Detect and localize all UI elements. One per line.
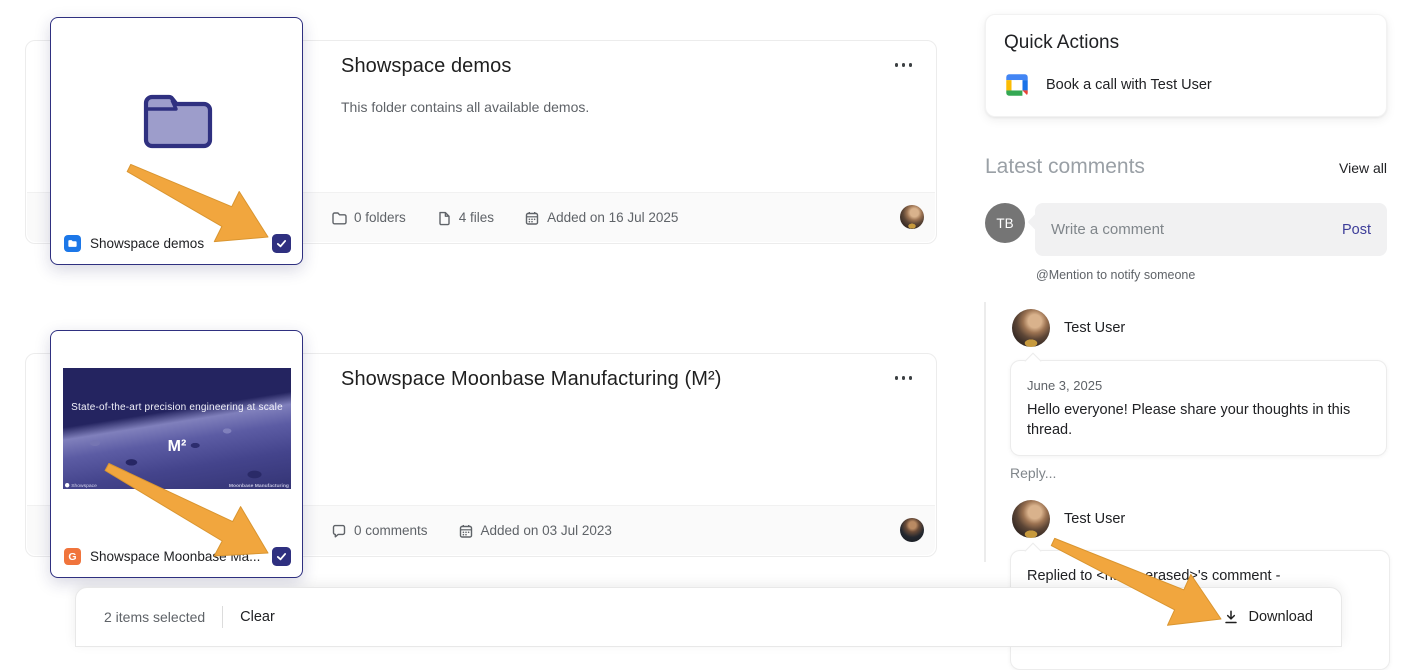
comment-body: Replied to <name erased>'s comment - <box>1027 566 1373 586</box>
book-call-action[interactable]: Book a call with Test User <box>1004 72 1212 98</box>
slide-preview: State-of-the-art precision engineering a… <box>63 368 291 489</box>
calendar-icon <box>524 210 540 226</box>
item-checkbox-checked[interactable] <box>272 234 291 253</box>
more-options-icon[interactable] <box>891 59 917 71</box>
thumbnail-card-moonbase-deck[interactable]: State-of-the-art precision engineering a… <box>50 330 303 578</box>
comment-date: June 3, 2025 <box>1027 378 1370 393</box>
download-icon <box>1222 608 1240 626</box>
post-button[interactable]: Post <box>1342 222 1371 238</box>
mention-hint: @Mention to notify someone <box>1036 268 1195 282</box>
latest-comments-title: Latest comments <box>985 155 1145 179</box>
thread-line <box>984 302 986 562</box>
item-description: This folder contains all available demos… <box>341 99 589 115</box>
folder-icon <box>331 210 347 226</box>
files-count: 4 files <box>436 210 494 226</box>
large-folder-icon <box>139 88 217 152</box>
comment-bubble: June 3, 2025 Hello everyone! Please shar… <box>1010 360 1387 456</box>
comment-icon <box>331 523 347 539</box>
more-options-icon[interactable] <box>891 372 917 384</box>
selection-bar: 2 items selected Clear Download <box>75 587 1342 647</box>
current-user-avatar: TB <box>985 203 1025 243</box>
slide-logo: Showspace <box>65 482 97 488</box>
owner-avatar <box>900 518 924 542</box>
quick-actions-title: Quick Actions <box>1004 32 1119 54</box>
added-date: Added on 16 Jul 2025 <box>524 210 678 226</box>
comment-header: Test User <box>1012 309 1125 347</box>
download-button[interactable]: Download <box>1222 608 1314 626</box>
file-icon <box>436 210 452 226</box>
thumbnail-label: Showspace demos <box>90 236 263 251</box>
reply-link[interactable]: Reply... <box>1010 465 1056 481</box>
selection-count: 2 items selected <box>104 609 205 625</box>
thumbnail-card-showspace-demos[interactable]: Showspace demos <box>50 17 303 265</box>
calendar-icon <box>458 523 474 539</box>
item-checkbox-checked[interactable] <box>272 547 291 566</box>
item-title: Showspace Moonbase Manufacturing (M²) <box>341 368 722 391</box>
quick-actions-card: Quick Actions Book a call with Test User <box>985 14 1387 117</box>
added-date: Added on 03 Jul 2023 <box>458 523 612 539</box>
google-calendar-icon <box>1004 72 1030 98</box>
thumbnail-label: Showspace Moonbase Ma... <box>90 549 263 564</box>
item-title: Showspace demos <box>341 55 511 78</box>
divider <box>222 606 223 628</box>
view-all-link[interactable]: View all <box>1339 160 1387 176</box>
owner-avatar <box>900 205 924 229</box>
comment-input[interactable]: Write a comment <box>1051 221 1342 238</box>
folders-count: 0 folders <box>331 210 406 226</box>
comment-composer[interactable]: Write a comment Post <box>1035 203 1387 256</box>
clear-selection-button[interactable]: Clear <box>240 609 275 625</box>
comment-body: Hello everyone! Please share your though… <box>1027 400 1370 440</box>
commenter-avatar <box>1012 500 1050 538</box>
google-slides-app-icon: G <box>64 548 81 565</box>
folder-app-icon <box>64 235 81 252</box>
comment-header: Test User <box>1012 500 1125 538</box>
commenter-avatar <box>1012 309 1050 347</box>
comments-count: 0 comments <box>331 523 428 539</box>
